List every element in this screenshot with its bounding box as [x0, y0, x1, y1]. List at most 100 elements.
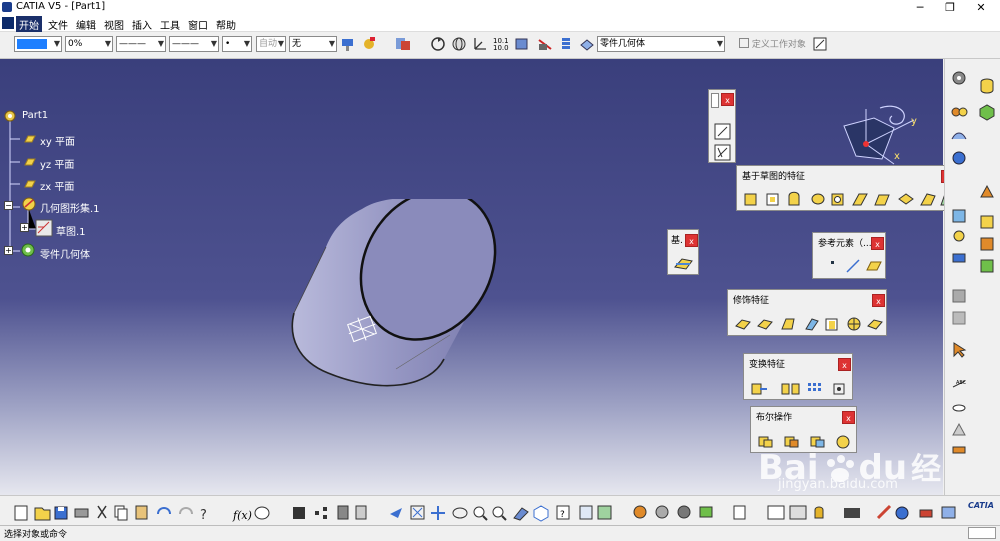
format-painter-icon[interactable] — [340, 36, 356, 52]
table-icon — [293, 507, 305, 519]
positioned-sketch-icon[interactable] — [714, 144, 731, 161]
layer-select[interactable]: 无 ▼ — [289, 36, 337, 52]
chevron-down-icon: ▼ — [328, 39, 335, 48]
point-symbol-select[interactable]: • ▼ — [222, 36, 252, 52]
bottom-toolbar-icons: ? f(x) ? — [14, 504, 956, 523]
surface-icon[interactable] — [579, 36, 595, 52]
hide-show-icon[interactable] — [537, 36, 553, 52]
assembly-icon[interactable] — [950, 103, 968, 121]
hide-show-toggle-icon: ? — [556, 505, 570, 520]
menu-edit[interactable]: 编辑 — [73, 16, 99, 33]
expand-toggle[interactable]: + — [20, 223, 29, 232]
menu-view[interactable]: 视图 — [101, 16, 127, 33]
rotate-icon[interactable] — [430, 36, 446, 52]
tree-part-body[interactable]: 零件几何体 — [40, 246, 90, 261]
plane-icon[interactable] — [865, 259, 883, 273]
axis-icon[interactable] — [472, 36, 488, 52]
flag-note-icon[interactable] — [950, 399, 968, 417]
properties-brush-icon[interactable] — [361, 36, 377, 52]
dress-up-features-toolbar: 修饰特征 x — [727, 289, 887, 336]
green-body-icon[interactable] — [978, 257, 996, 275]
gray-part-icon[interactable] — [950, 309, 968, 327]
cursor-icon[interactable] — [950, 341, 968, 359]
render-style-select[interactable]: 自动 ▼ — [256, 36, 286, 52]
close-panel-button[interactable]: x — [838, 358, 851, 371]
sketch-tool-icon[interactable] — [714, 123, 731, 140]
gear-icon[interactable] — [950, 69, 968, 87]
line-weight-select[interactable]: ——— ▼ — [169, 36, 219, 52]
catia-app-icon — [2, 2, 12, 12]
measure-icon[interactable]: 10.1 10.0 — [493, 38, 509, 52]
current-body-select[interactable]: 零件几何体 ▼ — [597, 36, 725, 52]
part-body-icon[interactable] — [19, 241, 37, 259]
close-window-button[interactable]: ✕ — [966, 0, 996, 15]
svg-text:ABC: ABC — [956, 380, 967, 386]
point-symbol-value: • — [225, 39, 231, 49]
menu-file[interactable]: 文件 — [45, 16, 71, 33]
spin-globe-icon[interactable] — [451, 36, 467, 52]
cylinder-3d-model[interactable] — [280, 199, 500, 409]
cube-icon[interactable] — [978, 103, 996, 121]
chevron-down-icon: ▼ — [716, 39, 723, 48]
geometrical-set-icon[interactable] — [20, 195, 38, 213]
menu-help[interactable]: 帮助 — [213, 16, 239, 33]
close-panel-button[interactable]: x — [871, 237, 884, 250]
tree-geometrical-set[interactable]: 几何图形集.1 — [40, 200, 100, 215]
annotation-icon[interactable]: ABC — [950, 377, 968, 395]
menu-start[interactable]: 开始 — [16, 16, 42, 33]
doc-icon[interactable] — [2, 17, 14, 29]
expand-toggle[interactable]: + — [4, 246, 13, 255]
view-mode-icon[interactable] — [514, 36, 530, 52]
layers-icon[interactable] — [558, 36, 574, 52]
surface-icon[interactable] — [950, 127, 968, 145]
sketch-icon[interactable] — [35, 219, 53, 237]
scan-icon — [733, 505, 746, 520]
chevron-down-icon: ▼ — [277, 39, 284, 48]
swap-space-icon — [579, 505, 593, 520]
globe-icon[interactable] — [950, 149, 968, 167]
menu-tools[interactable]: 工具 — [157, 16, 183, 33]
line-type-select[interactable]: ——— ▼ — [116, 36, 166, 52]
tree-xy-plane[interactable]: xy 平面 — [40, 133, 75, 148]
minimize-button[interactable]: ─ — [905, 0, 935, 15]
orange-body-icon[interactable] — [978, 235, 996, 253]
cylinder-pad-icon[interactable] — [978, 77, 996, 95]
menu-insert[interactable]: 插入 — [129, 16, 155, 33]
fillet-icon[interactable] — [978, 183, 996, 201]
tree-root-part[interactable]: Part1 — [22, 110, 48, 121]
close-panel-button[interactable]: x — [721, 93, 734, 106]
part-gear-icon[interactable] — [2, 108, 18, 124]
close-panel-button[interactable]: x — [685, 234, 698, 247]
watermark-url: jingyan.baidu.com — [778, 477, 898, 492]
3d-annotation-icon[interactable] — [950, 421, 968, 439]
tree-sketch[interactable]: 草图.1 — [56, 223, 86, 238]
line-icon[interactable] — [845, 258, 861, 274]
transparency-select[interactable]: 0% ▼ — [65, 36, 113, 52]
menu-window[interactable]: 窗口 — [185, 16, 211, 33]
yellow-body-icon[interactable] — [978, 213, 996, 231]
catalog-icon[interactable] — [395, 36, 411, 52]
panel-grip[interactable] — [711, 93, 719, 108]
command-input[interactable] — [968, 527, 996, 539]
close-panel-button[interactable]: x — [842, 411, 855, 424]
color-swatch — [17, 39, 47, 49]
measure-tool-icon[interactable] — [950, 439, 968, 457]
gray-body-icon[interactable] — [950, 287, 968, 305]
stiffener-icon — [898, 193, 914, 205]
define-work-object-checkbox[interactable]: 定义工作对象 — [739, 37, 806, 50]
split-surface-icon[interactable] — [674, 255, 694, 272]
color-select[interactable]: ▼ — [14, 36, 62, 52]
tree-zx-plane[interactable]: zx 平面 — [40, 178, 74, 193]
tree-yz-plane[interactable]: yz 平面 — [40, 156, 74, 171]
sketch-tool-icon[interactable] — [812, 36, 828, 52]
maximize-button[interactable]: ❐ — [935, 0, 965, 15]
expand-toggle[interactable]: − — [4, 201, 13, 210]
blue-body-icon[interactable] — [950, 249, 968, 267]
analysis-icon[interactable] — [950, 227, 968, 245]
close-panel-button[interactable]: x — [872, 294, 885, 307]
iso-view-icon — [533, 505, 549, 522]
shape-icon[interactable] — [950, 207, 968, 225]
point-icon[interactable] — [831, 261, 834, 264]
compass-icon[interactable] — [836, 104, 928, 170]
rectangular-pattern-icon — [808, 383, 821, 391]
